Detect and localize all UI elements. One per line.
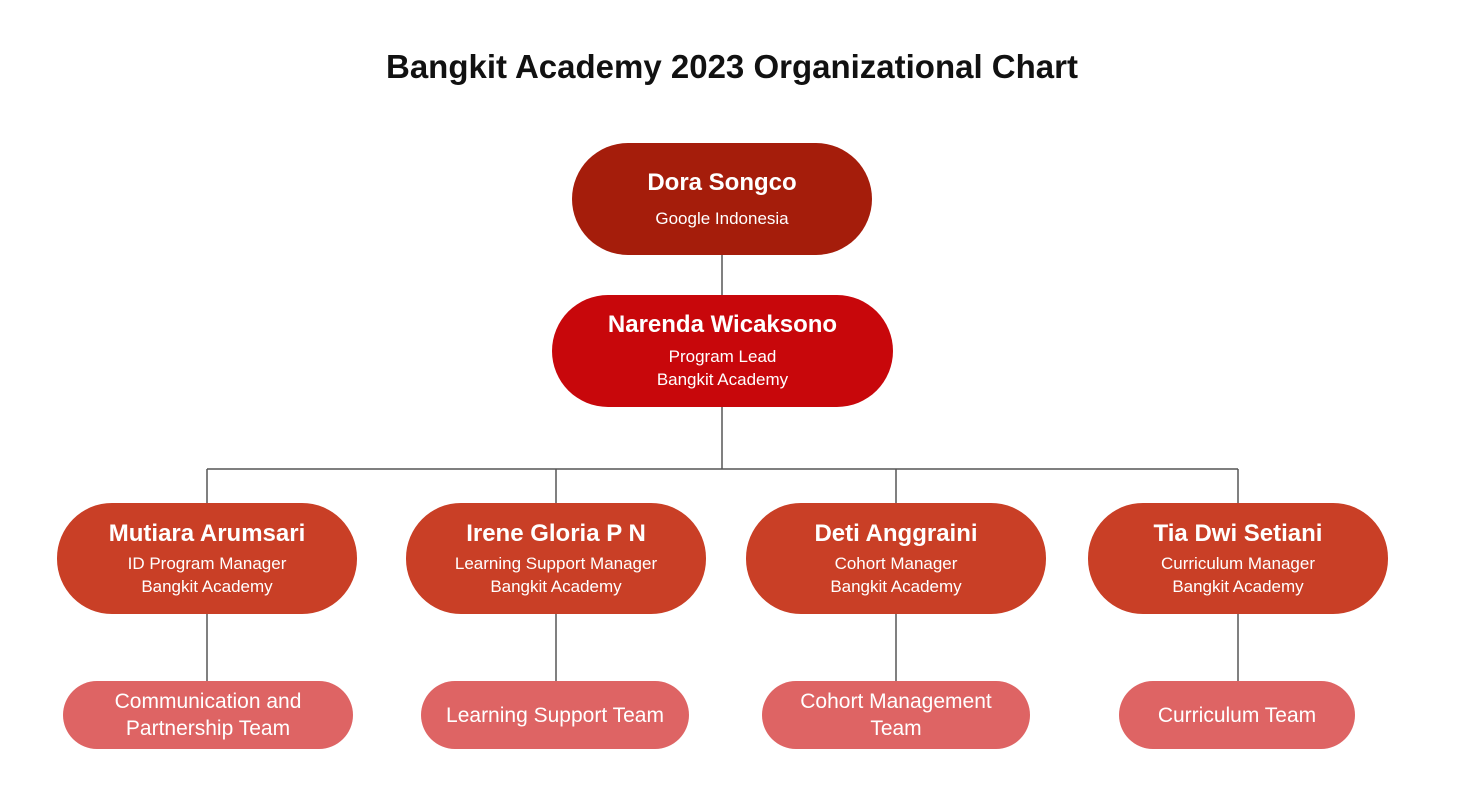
node-org: Bangkit Academy	[830, 576, 962, 596]
node-role: Curriculum Manager	[1161, 553, 1315, 573]
node-program-lead: Narenda Wicaksono Program Lead Bangkit A…	[552, 295, 893, 407]
node-name: Dora Songco	[647, 168, 797, 196]
node-name: Deti Anggraini	[814, 519, 978, 547]
node-org: Bangkit Academy	[141, 576, 273, 596]
node-name: Irene Gloria P N	[466, 519, 646, 547]
team-label: Curriculum Team	[1157, 703, 1317, 727]
team-label: Communication and Partnership Team	[114, 690, 302, 740]
node-role: Program Lead	[668, 347, 777, 366]
node-name: Tia Dwi Setiani	[1153, 519, 1323, 547]
node-org: Bangkit Academy	[656, 370, 789, 389]
node-manager-3: Deti Anggraini Cohort Manager Bangkit Ac…	[746, 503, 1046, 614]
node-team-1: Communication and Partnership Team	[63, 681, 353, 749]
node-manager-4: Tia Dwi Setiani Curriculum Manager Bangk…	[1088, 503, 1388, 614]
node-team-4: Curriculum Team	[1119, 681, 1355, 749]
node-org: Google Indonesia	[655, 208, 789, 228]
node-root: Dora Songco Google Indonesia	[572, 143, 872, 255]
node-manager-2: Irene Gloria P N Learning Support Manage…	[406, 503, 706, 614]
team-label: Cohort Management Team	[800, 690, 992, 740]
node-manager-1: Mutiara Arumsari ID Program Manager Bang…	[57, 503, 357, 614]
node-team-3: Cohort Management Team	[762, 681, 1030, 749]
node-role: Learning Support Manager	[454, 553, 658, 573]
node-org: Bangkit Academy	[490, 576, 622, 596]
node-role: ID Program Manager	[127, 553, 287, 573]
node-name: Mutiara Arumsari	[108, 519, 306, 547]
node-team-2: Learning Support Team	[421, 681, 689, 749]
node-name: Narenda Wicaksono	[607, 311, 838, 338]
team-label: Learning Support Team	[446, 703, 664, 727]
node-org: Bangkit Academy	[1172, 576, 1304, 596]
node-role: Cohort Manager	[834, 553, 958, 573]
